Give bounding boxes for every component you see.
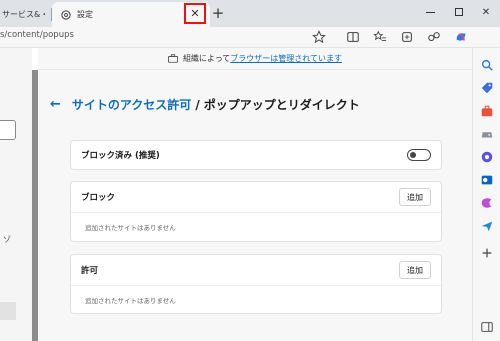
block-toggle-label: ブロック済み (推奨) (81, 151, 160, 161)
block-add-button[interactable]: 追加 (399, 188, 431, 206)
search-icon[interactable] (480, 58, 494, 72)
settings-search-input[interactable] (0, 120, 16, 140)
tab-strip: サービス&・ 設定 ✕ + ✕ (0, 0, 500, 27)
shopping-tag-icon[interactable] (480, 81, 494, 95)
close-icon: ✕ (190, 7, 200, 20)
games-icon[interactable] (480, 127, 494, 141)
briefcase-icon (167, 54, 178, 63)
toggle-knob (410, 152, 416, 158)
new-tab-button[interactable]: + (210, 4, 226, 22)
extensions-icon[interactable] (427, 30, 441, 44)
tab-services-label: サービス&・ (2, 10, 49, 19)
favorite-star-icon[interactable] (312, 30, 326, 44)
back-arrow-icon[interactable]: ← (50, 97, 61, 112)
gear-icon (61, 9, 71, 20)
breadcrumb[interactable]: サイトのアクセス許可 (72, 96, 191, 113)
block-list-card: ブロック 追加 追加されたサイトはありません (70, 181, 442, 242)
nav-item-selected[interactable] (0, 302, 16, 320)
managed-banner: 組織によって ブラウザーは管理されています (38, 48, 472, 70)
collections-icon[interactable] (400, 30, 414, 44)
settings-left-nav: ゾ (0, 48, 32, 341)
close-window-button[interactable]: ✕ (476, 2, 496, 22)
block-empty-text: 追加されたサイトはありません (71, 212, 441, 240)
allow-add-button[interactable]: 追加 (399, 261, 431, 279)
maximize-icon (455, 8, 463, 16)
sidebar-collapse-icon[interactable] (480, 320, 494, 334)
edge-sidebar (472, 48, 500, 341)
breadcrumb-separator: / (195, 97, 200, 112)
minimize-button[interactable] (420, 2, 440, 22)
page-header: ← サイトのアクセス許可 / ポップアップとリダイレクト (50, 96, 360, 113)
tools-briefcase-icon[interactable] (480, 104, 494, 118)
close-window-icon: ✕ (481, 6, 491, 18)
block-popups-toggle[interactable] (407, 149, 431, 161)
minimize-icon (425, 11, 435, 13)
settings-content: ← サイトのアクセス許可 / ポップアップとリダイレクト ブロック済み (推奨)… (38, 70, 472, 341)
maximize-button[interactable] (449, 2, 469, 22)
add-sidebar-icon[interactable] (480, 246, 494, 260)
block-section-title: ブロック (81, 193, 116, 203)
split-screen-icon[interactable] (346, 30, 360, 44)
banner-text: 組織によって (182, 54, 231, 63)
tab-settings-label: 設定 (77, 10, 93, 19)
address-bar[interactable]: s/content/popups (0, 30, 74, 40)
favorites-icon[interactable] (373, 30, 387, 44)
tab-services[interactable]: サービス&・ (0, 2, 52, 27)
managed-link[interactable]: ブラウザーは管理されています (230, 53, 342, 64)
close-tab-button[interactable]: ✕ (184, 3, 206, 24)
address-toolbar: s/content/popups (0, 27, 500, 48)
outlook-icon[interactable] (480, 173, 494, 187)
copilot-icon[interactable] (454, 30, 468, 44)
microsoft-365-icon[interactable] (480, 150, 494, 164)
allow-section-title: 許可 (81, 266, 99, 276)
plus-icon: + (211, 4, 225, 22)
designer-icon[interactable] (480, 196, 494, 210)
block-toggle-card: ブロック済み (推奨) (70, 140, 442, 170)
page-title: ポップアップとリダイレクト (203, 98, 360, 112)
send-icon[interactable] (480, 219, 494, 233)
nav-item-fragment[interactable]: ゾ (3, 234, 11, 245)
allow-empty-text: 追加されたサイトはありません (71, 285, 441, 313)
allow-list-card: 許可 追加 追加されたサイトはありません (70, 254, 442, 314)
